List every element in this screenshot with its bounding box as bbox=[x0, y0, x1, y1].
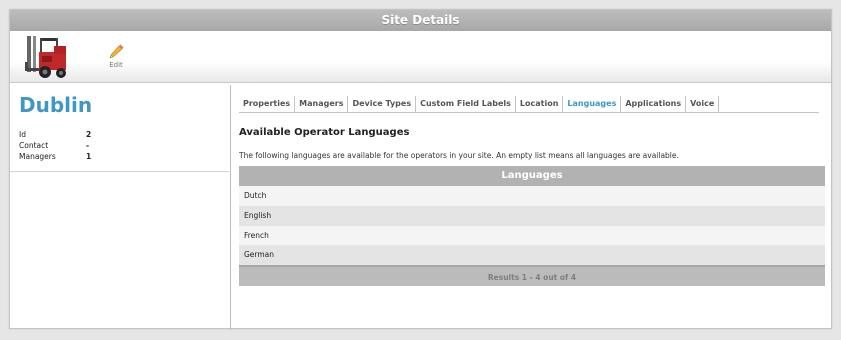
divider bbox=[10, 171, 231, 172]
info-value: 2 bbox=[86, 130, 92, 139]
tab-location[interactable]: Location bbox=[516, 96, 564, 112]
tab-device-types[interactable]: Device Types bbox=[348, 96, 417, 112]
edit-label: Edit bbox=[109, 61, 123, 69]
table-row[interactable]: English bbox=[239, 205, 825, 226]
toolbar: Edit bbox=[10, 31, 831, 83]
tab-languages[interactable]: Languages bbox=[563, 96, 622, 112]
section-description: The following languages are available fo… bbox=[239, 151, 679, 160]
info-label: Managers bbox=[19, 152, 56, 161]
info-value: - bbox=[86, 141, 90, 150]
table-row[interactable]: Dutch bbox=[239, 186, 825, 206]
site-info: Id 2 Contact - Managers 1 bbox=[19, 129, 109, 162]
tab-custom-field-labels[interactable]: Custom Field Labels bbox=[416, 96, 516, 112]
site-summary: Dublin Id 2 Contact - Managers 1 bbox=[10, 85, 231, 330]
tab-applications[interactable]: Applications bbox=[621, 96, 687, 112]
site-name: Dublin bbox=[19, 93, 93, 117]
results-count: Results 1 - 4 out of 4 bbox=[239, 265, 825, 286]
info-value: 1 bbox=[86, 152, 92, 161]
info-label: Id bbox=[19, 130, 26, 139]
languages-table: Languages Dutch English French German Re… bbox=[239, 166, 825, 286]
forklift-icon bbox=[25, 36, 66, 78]
table-header[interactable]: Languages bbox=[239, 166, 825, 186]
tab-voice[interactable]: Voice bbox=[686, 96, 720, 112]
info-row-managers: Managers 1 bbox=[19, 151, 109, 162]
info-label: Contact bbox=[19, 141, 49, 150]
site-details-panel: Site Details Edit Dublin Id 2 Contact - … bbox=[9, 9, 832, 330]
info-row-contact: Contact - bbox=[19, 140, 109, 151]
page-title: Site Details bbox=[10, 10, 831, 31]
table-row[interactable]: French bbox=[239, 225, 825, 246]
edit-button[interactable]: Edit bbox=[104, 43, 128, 69]
tab-properties[interactable]: Properties bbox=[239, 96, 296, 112]
tab-bar: Properties Managers Device Types Custom … bbox=[239, 96, 819, 113]
pencil-icon bbox=[109, 44, 124, 59]
section-heading: Available Operator Languages bbox=[239, 127, 410, 138]
tab-managers[interactable]: Managers bbox=[295, 96, 349, 112]
table-row[interactable]: German bbox=[239, 245, 825, 265]
info-row-id: Id 2 bbox=[19, 129, 109, 140]
